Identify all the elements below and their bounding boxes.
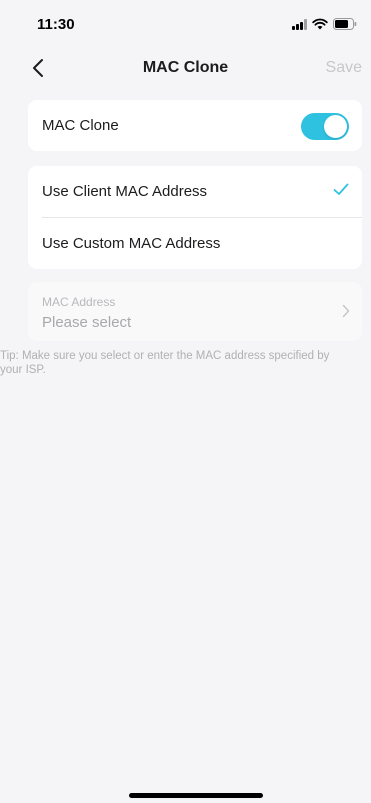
- nav-bar: MAC Clone Save: [0, 48, 371, 88]
- chevron-right-icon: [342, 304, 350, 318]
- option-label: Use Custom MAC Address: [42, 235, 221, 252]
- mac-source-options-card: Use Client MAC Address Use Custom MAC Ad…: [28, 166, 362, 269]
- mac-clone-label: MAC Clone: [42, 117, 119, 134]
- mac-clone-row: MAC Clone: [28, 100, 362, 151]
- signal-icon: [292, 18, 307, 30]
- option-use-custom-mac[interactable]: Use Custom MAC Address: [28, 218, 362, 269]
- tip-text: Tip: Make sure you select or enter the M…: [0, 350, 330, 376]
- status-time: 11:30: [37, 16, 75, 33]
- home-indicator: [129, 793, 263, 798]
- screen: 11:30 MAC Clone Save MAC Clone Use Clien…: [0, 0, 371, 803]
- save-button[interactable]: Save: [326, 59, 362, 77]
- mac-address-field[interactable]: MAC Address Please select: [28, 282, 362, 341]
- battery-icon: [333, 18, 357, 30]
- mac-clone-card: MAC Clone: [28, 100, 362, 151]
- checkmark-icon: [333, 183, 349, 195]
- option-label: Use Client MAC Address: [42, 183, 208, 200]
- mac-address-placeholder: Please select: [42, 314, 132, 331]
- mac-address-label: MAC Address: [42, 295, 116, 309]
- wifi-icon: [312, 18, 328, 30]
- option-use-client-mac[interactable]: Use Client MAC Address: [28, 166, 362, 217]
- status-icons: [292, 18, 357, 30]
- page-title: MAC Clone: [142, 59, 229, 76]
- mac-clone-toggle[interactable]: [301, 113, 349, 140]
- toggle-knob: [324, 115, 347, 138]
- status-bar: 11:30: [0, 0, 371, 48]
